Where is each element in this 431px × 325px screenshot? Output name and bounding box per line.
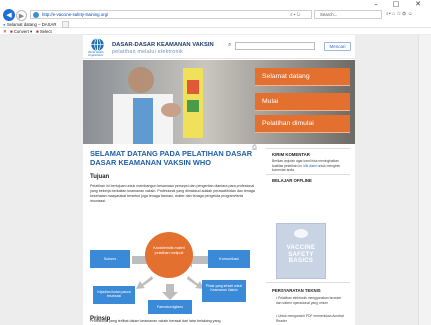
maximize-button[interactable]: □ bbox=[387, 0, 405, 9]
convert-button[interactable]: ■ Convert ▾ bbox=[10, 28, 32, 35]
site-title: DASAR-DASAR KEAMANAN VAKSIN bbox=[112, 42, 214, 48]
forward-icon[interactable]: ▶ bbox=[16, 10, 27, 21]
minimize-button[interactable]: – bbox=[367, 0, 385, 9]
search-icon: ⌕ bbox=[228, 42, 232, 48]
site-favicon-icon bbox=[33, 12, 39, 18]
syarat-item: • Untuk mengunduh PDF memerlukan Acrobat… bbox=[276, 314, 344, 323]
back-icon[interactable]: ◀ bbox=[3, 9, 15, 21]
diagram-node-kipi: Kejadian ikutan pasca imunisasi bbox=[93, 286, 135, 304]
select-label: Select bbox=[39, 29, 52, 34]
site-subtitle: pelatihan melalui elektronik bbox=[112, 49, 183, 55]
kirim-text: Berikan anjuran agar kami bisa meningkat… bbox=[272, 159, 346, 173]
convert-label: Convert bbox=[13, 29, 29, 34]
diagram-node-komunikasi: Komunikasi bbox=[208, 250, 250, 268]
sidebar-divider bbox=[266, 174, 350, 175]
address-bar[interactable]: http://e-vaccine-safety-training.org/ bbox=[30, 10, 312, 19]
offline-heading: BELAJAR OFFLINE bbox=[272, 178, 312, 183]
menu-item-mulai[interactable]: Mulai bbox=[255, 93, 350, 111]
syarat-item-1: Pelatihan elektronik menggunakan browser… bbox=[276, 296, 342, 305]
syarat-item-2: Untuk mengunduh PDF memerlukan Acrobat R… bbox=[276, 314, 344, 323]
select-icon: ■ bbox=[36, 29, 39, 34]
close-cmd-icon[interactable]: ✕ bbox=[3, 28, 7, 35]
sidebar-divider bbox=[266, 148, 350, 149]
kirim-link[interactable]: klik disini bbox=[304, 164, 317, 168]
toolbar-icons[interactable]: ⌕▾ ⌂ ☆ ⚙ ☺ bbox=[386, 10, 413, 19]
syarat-heading: PERSYARATAN TEKNIS bbox=[272, 288, 321, 293]
prinsip-text: Profesional yang terlibat dalam keamanan… bbox=[90, 319, 221, 323]
tujuan-text: Pelatihan ini bertujuan untuk membangun … bbox=[90, 184, 255, 203]
tab-favicon-icon: ● bbox=[3, 22, 6, 27]
book-who-emblem-icon bbox=[294, 229, 308, 238]
site-search-input[interactable] bbox=[235, 42, 315, 50]
new-tab-button[interactable] bbox=[62, 21, 69, 28]
search-placeholder: Search... bbox=[320, 12, 338, 17]
command-bar bbox=[0, 28, 431, 35]
search-button[interactable]: Mencari bbox=[324, 42, 351, 51]
close-window-button[interactable]: ✕ bbox=[409, 0, 427, 9]
syarat-item: • Pelatihan elektronik menggunakan brows… bbox=[276, 296, 342, 305]
diagram-node-farmakovigilans: Farmakovigilans bbox=[148, 300, 192, 314]
select-button[interactable]: ■ Select bbox=[36, 28, 52, 35]
diagram-center-label: Karakteristik materi pelatihan meliputi bbox=[153, 246, 185, 255]
menu-item-selamat-datang[interactable]: Selamat datang bbox=[255, 68, 350, 86]
kirim-heading: KIRIM KOMENTAR bbox=[272, 152, 310, 157]
address-text: http://e-vaccine-safety-training.org/ bbox=[42, 12, 109, 17]
tab-active[interactable]: ● Selamat datang – DASAR KE... ✕ bbox=[3, 21, 61, 34]
address-actions-icon[interactable]: ⌕ ▾ ↻ bbox=[290, 10, 300, 19]
page-title: SELAMAT DATANG PADA PELATIHAN DASAR DASA… bbox=[90, 149, 253, 167]
training-diagram: Karakteristik materi pelatihan meliputi … bbox=[90, 216, 250, 314]
diagram-node-sukses: Sukses bbox=[90, 250, 130, 268]
pdf-icon: ■ bbox=[10, 29, 13, 34]
browser-search-input[interactable]: Search... bbox=[314, 10, 382, 19]
menu-item-pelatihan-dimulai[interactable]: Pelatihan dimulai bbox=[255, 115, 350, 133]
who-logo-text: World Health Organization bbox=[88, 51, 104, 57]
book-title: VACCINE SAFETY BASICS bbox=[286, 245, 316, 265]
page-scrollbar[interactable] bbox=[418, 35, 431, 325]
diagram-node-pihak: Pihak yang terkait untuk Keamanan Vaksin bbox=[202, 280, 246, 302]
sidebar-divider bbox=[266, 282, 350, 283]
tujuan-heading: Tujuan bbox=[90, 174, 110, 180]
